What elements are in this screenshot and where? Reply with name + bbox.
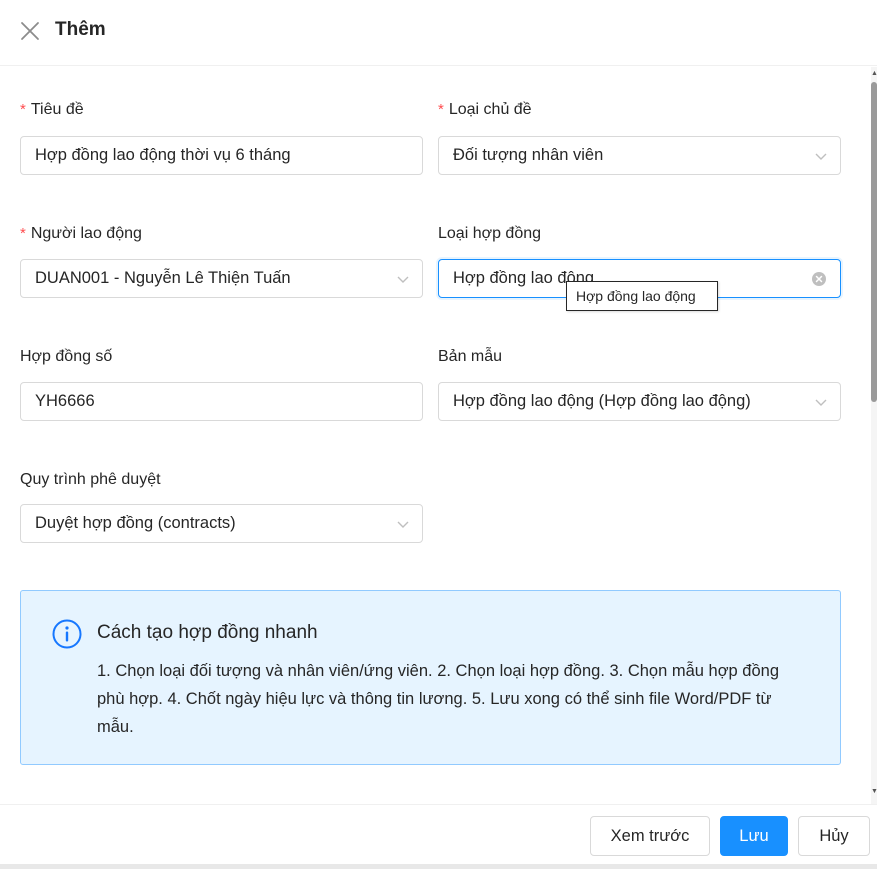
title-input[interactable]: Hợp đồng lao động thời vụ 6 tháng [20,136,423,175]
employee-value: DUAN001 - Nguyễn Lê Thiện Tuấn [35,269,291,287]
modal-title: Thêm [55,19,106,40]
required-mark: * [20,101,26,118]
approval-value: Duyệt hợp đồng (contracts) [35,514,236,532]
topic-type-select[interactable]: Đối tượng nhân viên [438,136,841,175]
chevron-down-icon [815,153,827,160]
clear-icon[interactable] [811,271,827,287]
template-value: Hợp đồng lao động (Hợp đồng lao động) [453,392,751,410]
preview-button[interactable]: Xem trước [590,816,710,856]
close-icon [21,22,39,40]
contract-type-label: Loại hợp đồng [438,225,542,242]
info-icon [52,619,82,649]
modal-footer: Xem trước Lưu Hủy [0,804,877,869]
required-mark: * [438,101,444,118]
info-title: Cách tạo hợp đồng nhanh [97,622,318,643]
employee-select[interactable]: DUAN001 - Nguyễn Lê Thiện Tuấn [20,259,423,298]
info-alert: Cách tạo hợp đồng nhanh 1. Chọn loại đối… [20,590,841,765]
close-button[interactable] [18,19,42,43]
modal-header: Thêm [0,0,877,66]
cancel-button[interactable]: Hủy [798,816,870,856]
info-text: 1. Chọn loại đối tượng và nhân viên/ứng … [97,662,780,736]
contract-type-tooltip: Hợp đồng lao động [566,281,718,311]
contract-no-input[interactable]: YH6666 [20,382,423,421]
template-select[interactable]: Hợp đồng lao động (Hợp đồng lao động) [438,382,841,421]
template-label: Bản mẫu [438,348,503,365]
scroll-down-arrow-icon[interactable]: ▼ [871,788,877,796]
approval-label: Quy trình phê duyệt [20,471,161,488]
chevron-down-icon [815,399,827,406]
chevron-down-icon [397,276,409,283]
approval-select[interactable]: Duyệt hợp đồng (contracts) [20,504,423,543]
employee-label: * Người lao động [20,225,142,242]
topic-type-label: * Loại chủ đề [438,101,532,118]
scroll-up-arrow-icon[interactable]: ▲ [871,70,877,78]
divider [0,864,877,869]
contract-no-label: Hợp đồng số [20,348,113,365]
topic-type-value: Đối tượng nhân viên [453,146,604,164]
scrollbar-thumb[interactable] [871,82,877,402]
required-mark: * [20,225,26,242]
save-button[interactable]: Lưu [720,816,788,856]
title-label: * Tiêu đề [20,101,84,118]
chevron-down-icon [397,521,409,528]
